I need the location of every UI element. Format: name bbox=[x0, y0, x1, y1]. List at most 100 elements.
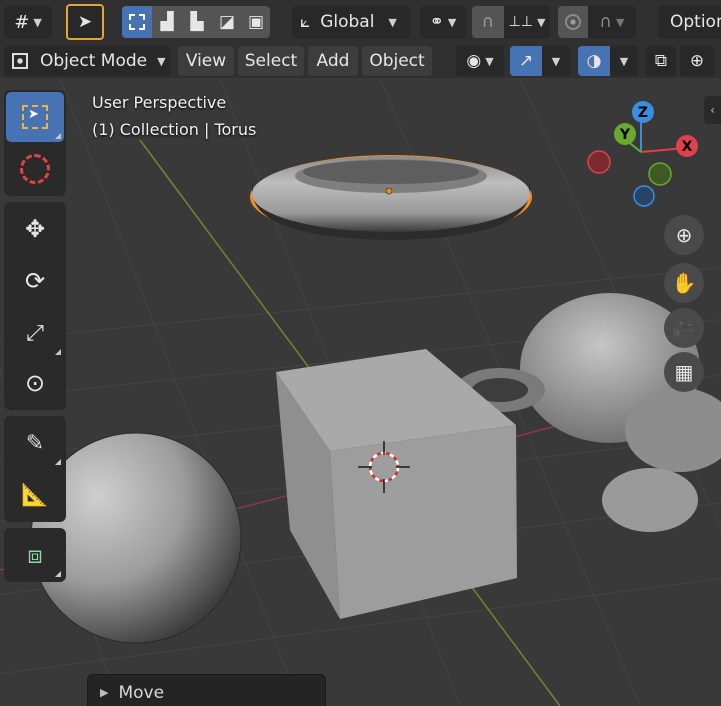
snap-toggle[interactable]: ∩ bbox=[472, 6, 504, 38]
gizmo-dropdown[interactable]: ▼ bbox=[542, 46, 570, 76]
select-mode-extend-button[interactable]: ▟ bbox=[152, 6, 182, 38]
3d-viewport[interactable]: Z Y X User Perspective (1) Collection | … bbox=[0, 78, 721, 706]
pivot-point-dropdown[interactable]: ⚭ ▼ bbox=[420, 6, 466, 38]
navigation-gizmo[interactable]: Z Y X bbox=[587, 101, 698, 207]
options-dropdown[interactable]: Options bbox=[658, 6, 721, 38]
chevron-left-icon: ‹ bbox=[710, 103, 715, 117]
object-mode-icon bbox=[12, 53, 28, 69]
menu-view[interactable]: View bbox=[178, 46, 234, 76]
tool-more-indicator bbox=[55, 349, 61, 355]
chevron-down-icon: ▼ bbox=[485, 54, 494, 68]
tool-transform[interactable]: ⊙ bbox=[6, 358, 64, 408]
transform-orientation-dropdown[interactable]: ⟀ Global ▼ bbox=[292, 6, 410, 38]
menu-object[interactable]: Object bbox=[362, 46, 432, 76]
gizmo-neg-y[interactable] bbox=[648, 162, 672, 186]
select-mode-new-button[interactable] bbox=[122, 6, 152, 38]
proportional-editing-toggle[interactable] bbox=[558, 6, 588, 38]
gizmo-z-axis[interactable]: Z bbox=[632, 101, 654, 123]
squares-intersect-icon: ▣ bbox=[247, 12, 265, 32]
chevron-down-icon: ▼ bbox=[447, 15, 457, 29]
tool-more-indicator bbox=[55, 459, 61, 465]
viewport-header: Object Mode ▼ View Select Add Object ◉ ▼ … bbox=[0, 44, 721, 78]
magnifier-zoom-icon: ⊕ bbox=[675, 223, 693, 247]
chevron-down-icon: ▼ bbox=[551, 54, 561, 68]
tool-add-cube[interactable]: ⧈ bbox=[6, 530, 64, 580]
pan-button[interactable]: ✋ bbox=[664, 263, 704, 303]
grid-icon: # bbox=[14, 11, 30, 33]
xray-toggle[interactable]: ⧉ bbox=[646, 46, 676, 76]
toolbar-add-group: ⧈ bbox=[4, 528, 66, 582]
tool-select-box[interactable]: ➤ bbox=[6, 92, 64, 142]
hand-icon: ✋ bbox=[671, 271, 697, 295]
gizmo-x-label: X bbox=[682, 139, 693, 155]
pencil-icon: ✎ bbox=[25, 430, 45, 456]
camera-icon: 🎥 bbox=[672, 317, 696, 339]
chevron-down-icon: ▼ bbox=[157, 54, 166, 68]
menu-add-label: Add bbox=[316, 51, 350, 71]
overlays-toggle[interactable]: ◑ bbox=[578, 46, 610, 76]
gizmo-z-label: Z bbox=[638, 105, 648, 121]
gizmo-y-label: Y bbox=[619, 127, 631, 143]
tool-more-indicator bbox=[55, 571, 61, 577]
gizmo-y-axis[interactable]: Y bbox=[614, 123, 636, 145]
select-mode-invert-button[interactable]: ◪ bbox=[212, 6, 242, 38]
options-label: Options bbox=[670, 12, 721, 32]
gizmo-x-axis[interactable]: X bbox=[676, 135, 698, 157]
tool-move[interactable]: ✥ bbox=[6, 204, 64, 254]
gizmo-arrow-icon: ↗ bbox=[518, 51, 534, 71]
tool-measure[interactable]: 📐 bbox=[6, 470, 64, 520]
axes-icon: ⟀ bbox=[300, 12, 311, 32]
editor-type-button[interactable]: # ▼ bbox=[4, 6, 52, 38]
menu-select-label: Select bbox=[244, 51, 298, 71]
adjust-last-operation-panel[interactable]: ▶ Move bbox=[87, 674, 326, 706]
scale-icon: ⤢ bbox=[26, 320, 44, 346]
tool-rotate[interactable]: ⟳ bbox=[6, 256, 64, 306]
chevron-down-icon: ▼ bbox=[615, 15, 625, 29]
select-mode-intersect-button[interactable]: ▣ bbox=[242, 6, 270, 38]
rotate-icon: ⟳ bbox=[24, 267, 46, 295]
tweak-select-button[interactable]: ➤ bbox=[66, 4, 104, 40]
move-arrows-icon: ✥ bbox=[24, 215, 46, 243]
camera-view-button[interactable]: 🎥 bbox=[664, 308, 704, 348]
mode-dropdown[interactable]: Object Mode ▼ bbox=[4, 46, 170, 76]
xray-icon: ⧉ bbox=[654, 51, 668, 71]
menu-select[interactable]: Select bbox=[238, 46, 304, 76]
add-cube-icon: ⧈ bbox=[27, 541, 43, 569]
proportional-falloff-dropdown[interactable]: ∩ ▼ bbox=[588, 6, 636, 38]
perspective-toggle-button[interactable]: ▦ bbox=[664, 352, 704, 392]
menu-object-label: Object bbox=[369, 51, 425, 71]
sidebar-toggle[interactable]: ‹ bbox=[704, 96, 721, 124]
tool-cursor[interactable] bbox=[6, 144, 64, 194]
squares-invert-icon: ◪ bbox=[218, 12, 236, 32]
chevron-down-icon: ▼ bbox=[388, 15, 397, 29]
tool-scale[interactable]: ⤢ bbox=[6, 308, 64, 358]
gizmo-neg-z[interactable] bbox=[633, 185, 655, 207]
square-dashed-icon bbox=[129, 14, 145, 30]
chevron-down-icon: ▼ bbox=[536, 15, 546, 29]
overlays-dropdown[interactable]: ▼ bbox=[610, 46, 638, 76]
falloff-curve-icon: ∩ bbox=[599, 12, 612, 32]
operation-title: Move bbox=[118, 683, 165, 703]
snap-target-dropdown[interactable]: ⊥⊥ ▼ bbox=[504, 6, 550, 38]
torus-object[interactable] bbox=[250, 155, 532, 240]
viewport-scene[interactable]: Z Y X bbox=[0, 78, 721, 706]
grid-perspective-icon: ▦ bbox=[674, 360, 694, 384]
chevron-down-icon: ▼ bbox=[33, 15, 42, 29]
toolbar-select-group: ➤ bbox=[4, 90, 66, 196]
tool-annotate[interactable]: ✎ bbox=[6, 418, 64, 468]
shading-wireframe-button[interactable]: ⊕ bbox=[680, 46, 714, 76]
ruler-icon: 📐 bbox=[21, 482, 49, 508]
gizmo-toggle[interactable]: ↗ bbox=[510, 46, 542, 76]
gizmo-neg-x[interactable] bbox=[587, 150, 611, 174]
visibility-dropdown[interactable]: ◉ ▼ bbox=[456, 46, 504, 76]
cursor-arrow-icon: ➤ bbox=[77, 12, 93, 32]
pivot-icon: ⚭ bbox=[429, 12, 444, 32]
menu-add[interactable]: Add bbox=[308, 46, 358, 76]
zoom-button[interactable]: ⊕ bbox=[664, 215, 704, 255]
tool-more-indicator bbox=[55, 133, 61, 139]
squares-subtract-icon: ▙ bbox=[190, 12, 204, 32]
select-mode-subtract-button[interactable]: ▙ bbox=[182, 6, 212, 38]
menu-view-label: View bbox=[185, 51, 227, 71]
snap-increment-icon: ⊥⊥ bbox=[508, 14, 533, 30]
wireframe-globe-icon: ⊕ bbox=[689, 51, 705, 71]
